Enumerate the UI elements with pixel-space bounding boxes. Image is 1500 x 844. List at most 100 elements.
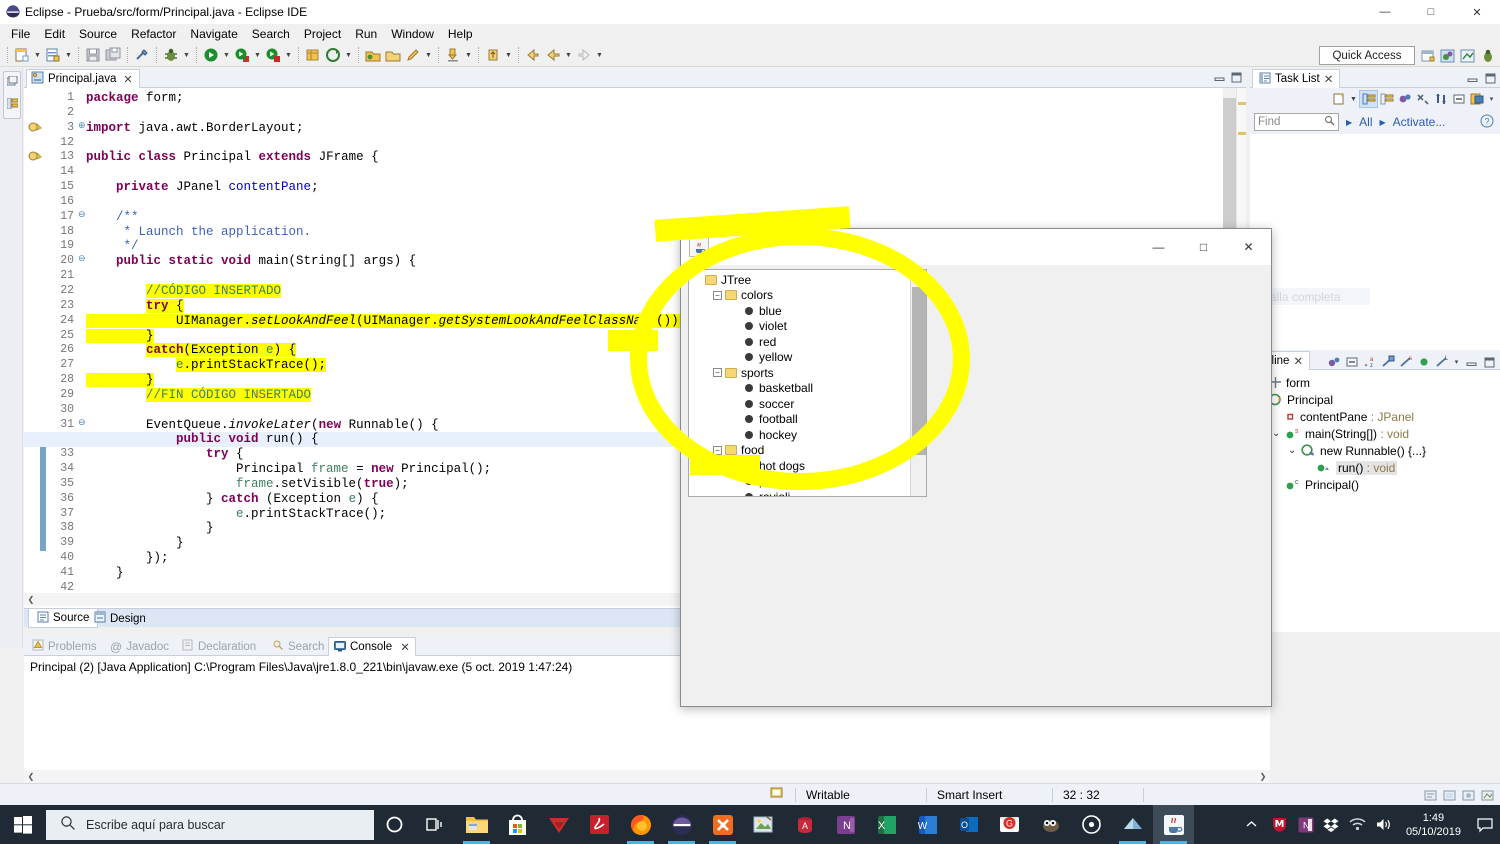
- outlook-icon[interactable]: O: [948, 805, 989, 844]
- close-icon[interactable]: ✕: [400, 640, 410, 654]
- taskbar-clock[interactable]: 1:49 05/10/2019: [1397, 811, 1470, 839]
- window-maximize-button[interactable]: □: [1408, 0, 1454, 24]
- tree-node[interactable]: football: [689, 412, 911, 428]
- quick-access-input[interactable]: Quick Access: [1319, 46, 1415, 65]
- collapse-toggle-icon[interactable]: −: [713, 446, 722, 455]
- tree-node[interactable]: red: [689, 334, 911, 350]
- quick-fix-icon[interactable]: [132, 45, 152, 65]
- restore-icon[interactable]: [7, 76, 18, 90]
- menu-refactor[interactable]: Refactor: [124, 25, 183, 43]
- task-list-find-input[interactable]: Find: [1254, 113, 1339, 131]
- close-icon[interactable]: ✕: [1293, 354, 1303, 368]
- status-icon-2[interactable]: [1441, 787, 1458, 803]
- action-center-icon[interactable]: [1470, 805, 1500, 844]
- tree-node[interactable]: blue: [689, 303, 911, 319]
- filter-all-arrow-icon[interactable]: ▶: [1346, 118, 1352, 127]
- minimize-icon[interactable]: [1213, 71, 1225, 83]
- task-list-body[interactable]: [1250, 134, 1500, 350]
- wifi-icon[interactable]: [1345, 805, 1371, 844]
- open-type-dropdown-icon[interactable]: ▼: [343, 45, 354, 65]
- minimize-icon[interactable]: [1466, 72, 1478, 84]
- debug-icon[interactable]: [161, 45, 181, 65]
- status-icon-1[interactable]: [1422, 787, 1439, 803]
- ionic-icon[interactable]: [1071, 805, 1112, 844]
- task-list-filter-all[interactable]: All: [1359, 115, 1372, 129]
- maximize-icon[interactable]: [1481, 354, 1498, 370]
- task-view-icon[interactable]: [415, 805, 456, 844]
- menu-project[interactable]: Project: [297, 25, 348, 43]
- package-explorer-icon[interactable]: [7, 98, 18, 112]
- outline-row[interactable]: form: [1250, 374, 1500, 391]
- code-line[interactable]: package form;: [24, 91, 1246, 106]
- hide-static-icon[interactable]: s: [1397, 354, 1414, 370]
- jtree-vertical-scrollbar[interactable]: ⱏ ⱟ: [910, 270, 926, 496]
- gmail-icon[interactable]: G: [989, 805, 1030, 844]
- scroll-down-icon[interactable]: ⱟ: [911, 480, 927, 496]
- dialog-minimize-button[interactable]: —: [1136, 229, 1181, 265]
- tree-node[interactable]: − colors: [689, 288, 911, 304]
- code-line[interactable]: [24, 106, 1246, 121]
- dialog-maximize-button[interactable]: □: [1181, 229, 1226, 265]
- run-dropdown-icon[interactable]: ▼: [221, 45, 232, 65]
- cortana-icon[interactable]: [374, 805, 415, 844]
- new-task-icon[interactable]: [1330, 91, 1347, 107]
- expand-twisty-icon[interactable]: ⌄: [1288, 445, 1301, 456]
- telegram-icon[interactable]: [538, 805, 579, 844]
- run-external-tools-icon[interactable]: [232, 45, 252, 65]
- hide-local-types-icon[interactable]: L: [1433, 354, 1450, 370]
- task-list-filter-activate[interactable]: Activate...: [1393, 115, 1446, 129]
- outline-row[interactable]: ⌄ new Runnable() {...}: [1250, 442, 1500, 459]
- menu-edit[interactable]: Edit: [37, 25, 72, 43]
- tab-javadoc[interactable]: @ Javadoc: [110, 637, 169, 656]
- collapse-toggle-icon[interactable]: −: [713, 291, 722, 300]
- code-line[interactable]: import java.awt.BorderLayout;: [24, 121, 1246, 136]
- debug-perspective-icon[interactable]: [1478, 46, 1498, 66]
- tab-design[interactable]: Design: [86, 609, 154, 628]
- download-dropdown-icon[interactable]: ▼: [463, 45, 474, 65]
- tree-node[interactable]: JTree: [689, 272, 911, 288]
- hide-non-public-icon[interactable]: [1415, 354, 1432, 370]
- adobe-reader-icon[interactable]: [579, 805, 620, 844]
- firefox-icon[interactable]: [620, 805, 661, 844]
- tree-node[interactable]: hockey: [689, 427, 911, 443]
- jtree-nodes[interactable]: JTree − colors blue violet red yellow − sports ba…: [689, 270, 911, 496]
- file-explorer-icon[interactable]: [456, 805, 497, 844]
- volume-icon[interactable]: [1371, 805, 1397, 844]
- run-coverage-icon[interactable]: [263, 45, 283, 65]
- run-icon[interactable]: [201, 45, 221, 65]
- code-line[interactable]: [24, 165, 1246, 180]
- dropbox-icon[interactable]: [1319, 805, 1345, 844]
- tree-node[interactable]: − food: [689, 443, 911, 459]
- word-icon[interactable]: W: [907, 805, 948, 844]
- windows-start-icon[interactable]: [0, 805, 46, 844]
- java-browsing-icon[interactable]: [1458, 46, 1478, 66]
- menu-source[interactable]: Source: [72, 25, 124, 43]
- pencil-icon[interactable]: [403, 45, 423, 65]
- onenote-tray-icon[interactable]: N: [1293, 805, 1319, 844]
- collapse-all-icon[interactable]: [1343, 354, 1360, 370]
- tree-node[interactable]: basketball: [689, 381, 911, 397]
- maximize-icon[interactable]: [1230, 71, 1242, 83]
- tree-node[interactable]: ravioli: [689, 489, 911, 496]
- expand-twisty-icon[interactable]: ⌄: [1272, 428, 1285, 439]
- tree-node[interactable]: − sports: [689, 365, 911, 381]
- task-list-view-menu-icon[interactable]: ▾: [1486, 89, 1497, 109]
- outline-row[interactable]: run() : void: [1250, 459, 1500, 476]
- minimize-icon[interactable]: [1463, 354, 1480, 370]
- synchronize-icon[interactable]: [1432, 91, 1449, 107]
- excel-icon[interactable]: X: [866, 805, 907, 844]
- back-dropdown-icon[interactable]: ▼: [563, 45, 574, 65]
- tab-console[interactable]: Console ✕: [328, 637, 416, 656]
- restore-task-list-icon[interactable]: [1468, 91, 1485, 107]
- search-icon[interactable]: [1324, 115, 1335, 129]
- access-icon[interactable]: A: [784, 805, 825, 844]
- run-external-dropdown-icon[interactable]: ▼: [252, 45, 263, 65]
- photo-editor-icon[interactable]: [743, 805, 784, 844]
- java-app-icon[interactable]: [1153, 805, 1194, 844]
- open-perspective-icon[interactable]: [1418, 46, 1438, 66]
- taskbar-search-input[interactable]: Escribe aquí para buscar: [46, 810, 374, 840]
- save-all-icon[interactable]: [103, 45, 123, 65]
- outline-row[interactable]: Principal: [1250, 391, 1500, 408]
- tab-task-list[interactable]: Task List ✕: [1252, 69, 1340, 88]
- status-icon-3[interactable]: [1460, 787, 1477, 803]
